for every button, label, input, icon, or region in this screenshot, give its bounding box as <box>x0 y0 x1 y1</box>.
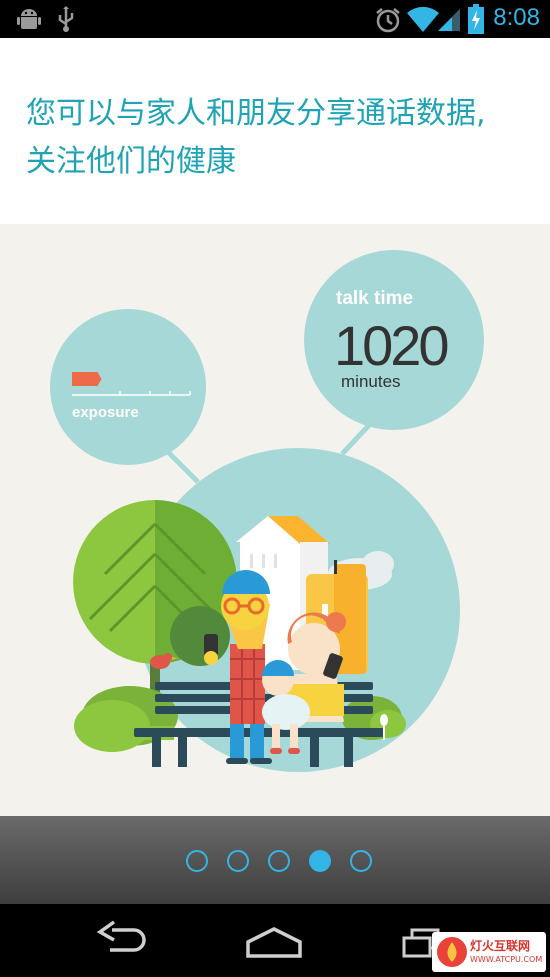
clock-time: 8:08 <box>493 4 540 31</box>
home-button[interactable] <box>244 926 304 960</box>
page-indicator-bar <box>0 816 550 904</box>
exposure-label: exposure <box>72 404 139 421</box>
onboarding-title: 您可以与家人和朋友分享通话数据, 关注他们的健康 <box>26 90 550 186</box>
onboarding-header: 您可以与家人和朋友分享通话数据, 关注他们的健康 <box>0 38 550 224</box>
title-line-2: 关注他们的健康 <box>26 144 236 179</box>
page-dot-4[interactable] <box>309 850 331 872</box>
watermark-url: WWW.ATCPU.COM <box>470 955 543 964</box>
talk-time-unit: minutes <box>341 372 401 391</box>
usb-icon <box>58 6 74 32</box>
flame-logo-icon <box>437 937 467 967</box>
exposure-bubble <box>50 309 206 465</box>
android-debug-icon <box>17 9 41 29</box>
back-button[interactable] <box>92 920 152 960</box>
onboarding-illustration: exposure talk time 1020 minutes <box>0 224 550 816</box>
wifi-icon <box>407 6 439 32</box>
page-dot-1[interactable] <box>186 850 208 872</box>
talk-time-label: talk time <box>336 288 413 309</box>
recents-icon <box>402 936 432 958</box>
watermark-title: 灯火互联网 <box>470 939 531 953</box>
exposure-bar <box>72 372 102 386</box>
site-watermark: 灯火互联网 WWW.ATCPU.COM <box>432 932 546 972</box>
page-dot-2[interactable] <box>227 850 249 872</box>
talk-time-value: 1020 <box>334 314 447 377</box>
status-bar: 8:08 <box>0 0 550 38</box>
signal-icon <box>438 9 460 31</box>
battery-charging-icon <box>468 4 484 34</box>
page-dot-3[interactable] <box>268 850 290 872</box>
home-icon <box>246 927 302 958</box>
back-icon <box>110 928 146 952</box>
family-bench-illustration: exposure talk time 1020 minutes <box>50 250 484 772</box>
alarm-icon <box>376 8 400 33</box>
page-dots[interactable] <box>186 850 372 872</box>
page-dot-5[interactable] <box>350 850 372 872</box>
title-line-1: 您可以与家人和朋友分享通话数据, <box>26 96 486 131</box>
